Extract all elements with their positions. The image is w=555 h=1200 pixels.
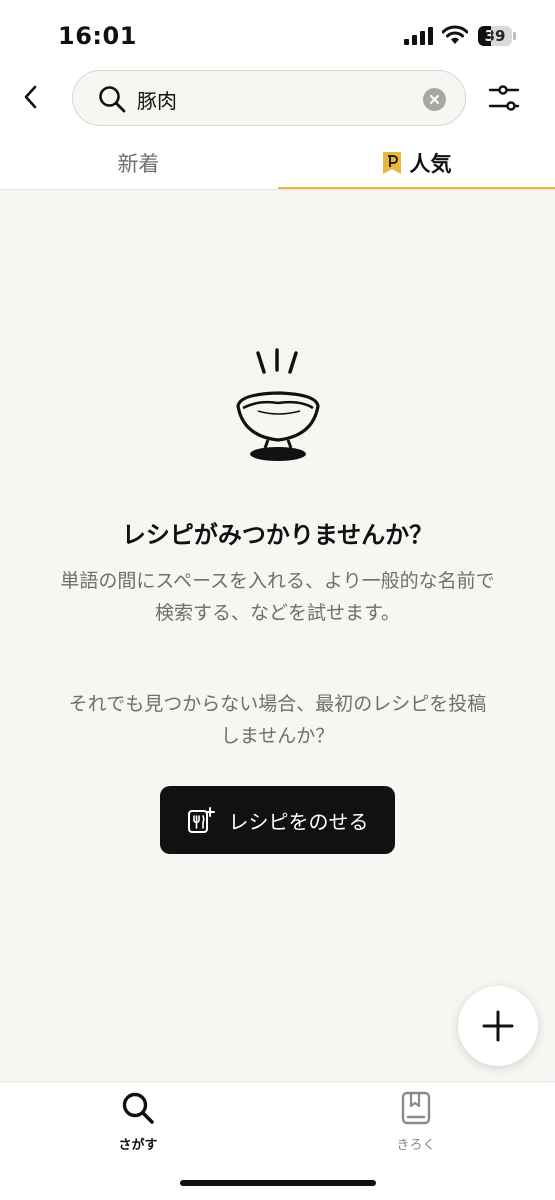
empty-state-hint-line2: 検索する、などを試せます。 (154, 602, 401, 624)
search-box[interactable] (72, 70, 466, 126)
nav-item-kiroku[interactable]: きろく (356, 1090, 476, 1154)
status-time: 16:01 (58, 22, 137, 50)
home-indicator (180, 1180, 376, 1186)
battery-icon: 39 (478, 26, 516, 46)
tabs-divider (0, 189, 555, 190)
empty-state-suggestion-line1: それでも見つからない場合、最初のレシピを投稿 (68, 693, 487, 715)
status-bar: 16:01 39 (0, 0, 555, 70)
add-recipe-fab[interactable] (458, 986, 538, 1066)
clear-icon (430, 95, 439, 104)
empty-state-hint: 単語の間にスペースを入れる、より一般的な名前で 検索する、などを試せます。 (20, 565, 535, 629)
battery-level: 39 (484, 27, 506, 45)
nav-item-kiroku-label: きろく (396, 1138, 436, 1153)
empty-state-hint-line1: 単語の間にスペースを入れる、より一般的な名前で (60, 570, 495, 592)
empty-state-suggestion-line2: しませんか？ (220, 725, 335, 747)
search-input[interactable] (137, 79, 417, 119)
nav-item-search[interactable]: さがす (78, 1090, 198, 1154)
result-tabs: 新着 人気 (0, 135, 555, 190)
tab-popular-label: 人気 (409, 151, 452, 176)
battery-body: 39 (478, 26, 512, 46)
rice-bowl-icon (236, 348, 320, 461)
back-button[interactable] (14, 78, 46, 116)
tab-new[interactable]: 新着 (0, 135, 277, 190)
empty-state-title: レシピがみつかりませんか？ (121, 521, 434, 549)
bookmark-book-icon (401, 1091, 431, 1125)
empty-state-suggestion: それでも見つからない場合、最初のレシピを投稿 しませんか？ (20, 688, 535, 752)
battery-tip (513, 32, 516, 40)
tab-new-label: 新着 (117, 151, 160, 176)
tab-popular[interactable]: 人気 (278, 135, 555, 190)
filter-sliders-icon[interactable] (486, 80, 522, 116)
cellular-signal-icon (404, 27, 434, 45)
chevron-left-icon (24, 85, 37, 109)
search-icon (122, 1092, 154, 1124)
nav-item-search-label: さがす (118, 1138, 158, 1153)
post-recipe-button-label: レシピをのせる (228, 809, 369, 834)
clear-search-button[interactable] (423, 88, 446, 111)
recipe-add-icon (187, 807, 215, 833)
plus-icon (482, 1010, 514, 1042)
premium-p-icon (382, 151, 401, 174)
wifi-icon (442, 25, 468, 44)
post-recipe-button[interactable]: レシピをのせる (160, 786, 395, 854)
search-icon (99, 86, 126, 113)
